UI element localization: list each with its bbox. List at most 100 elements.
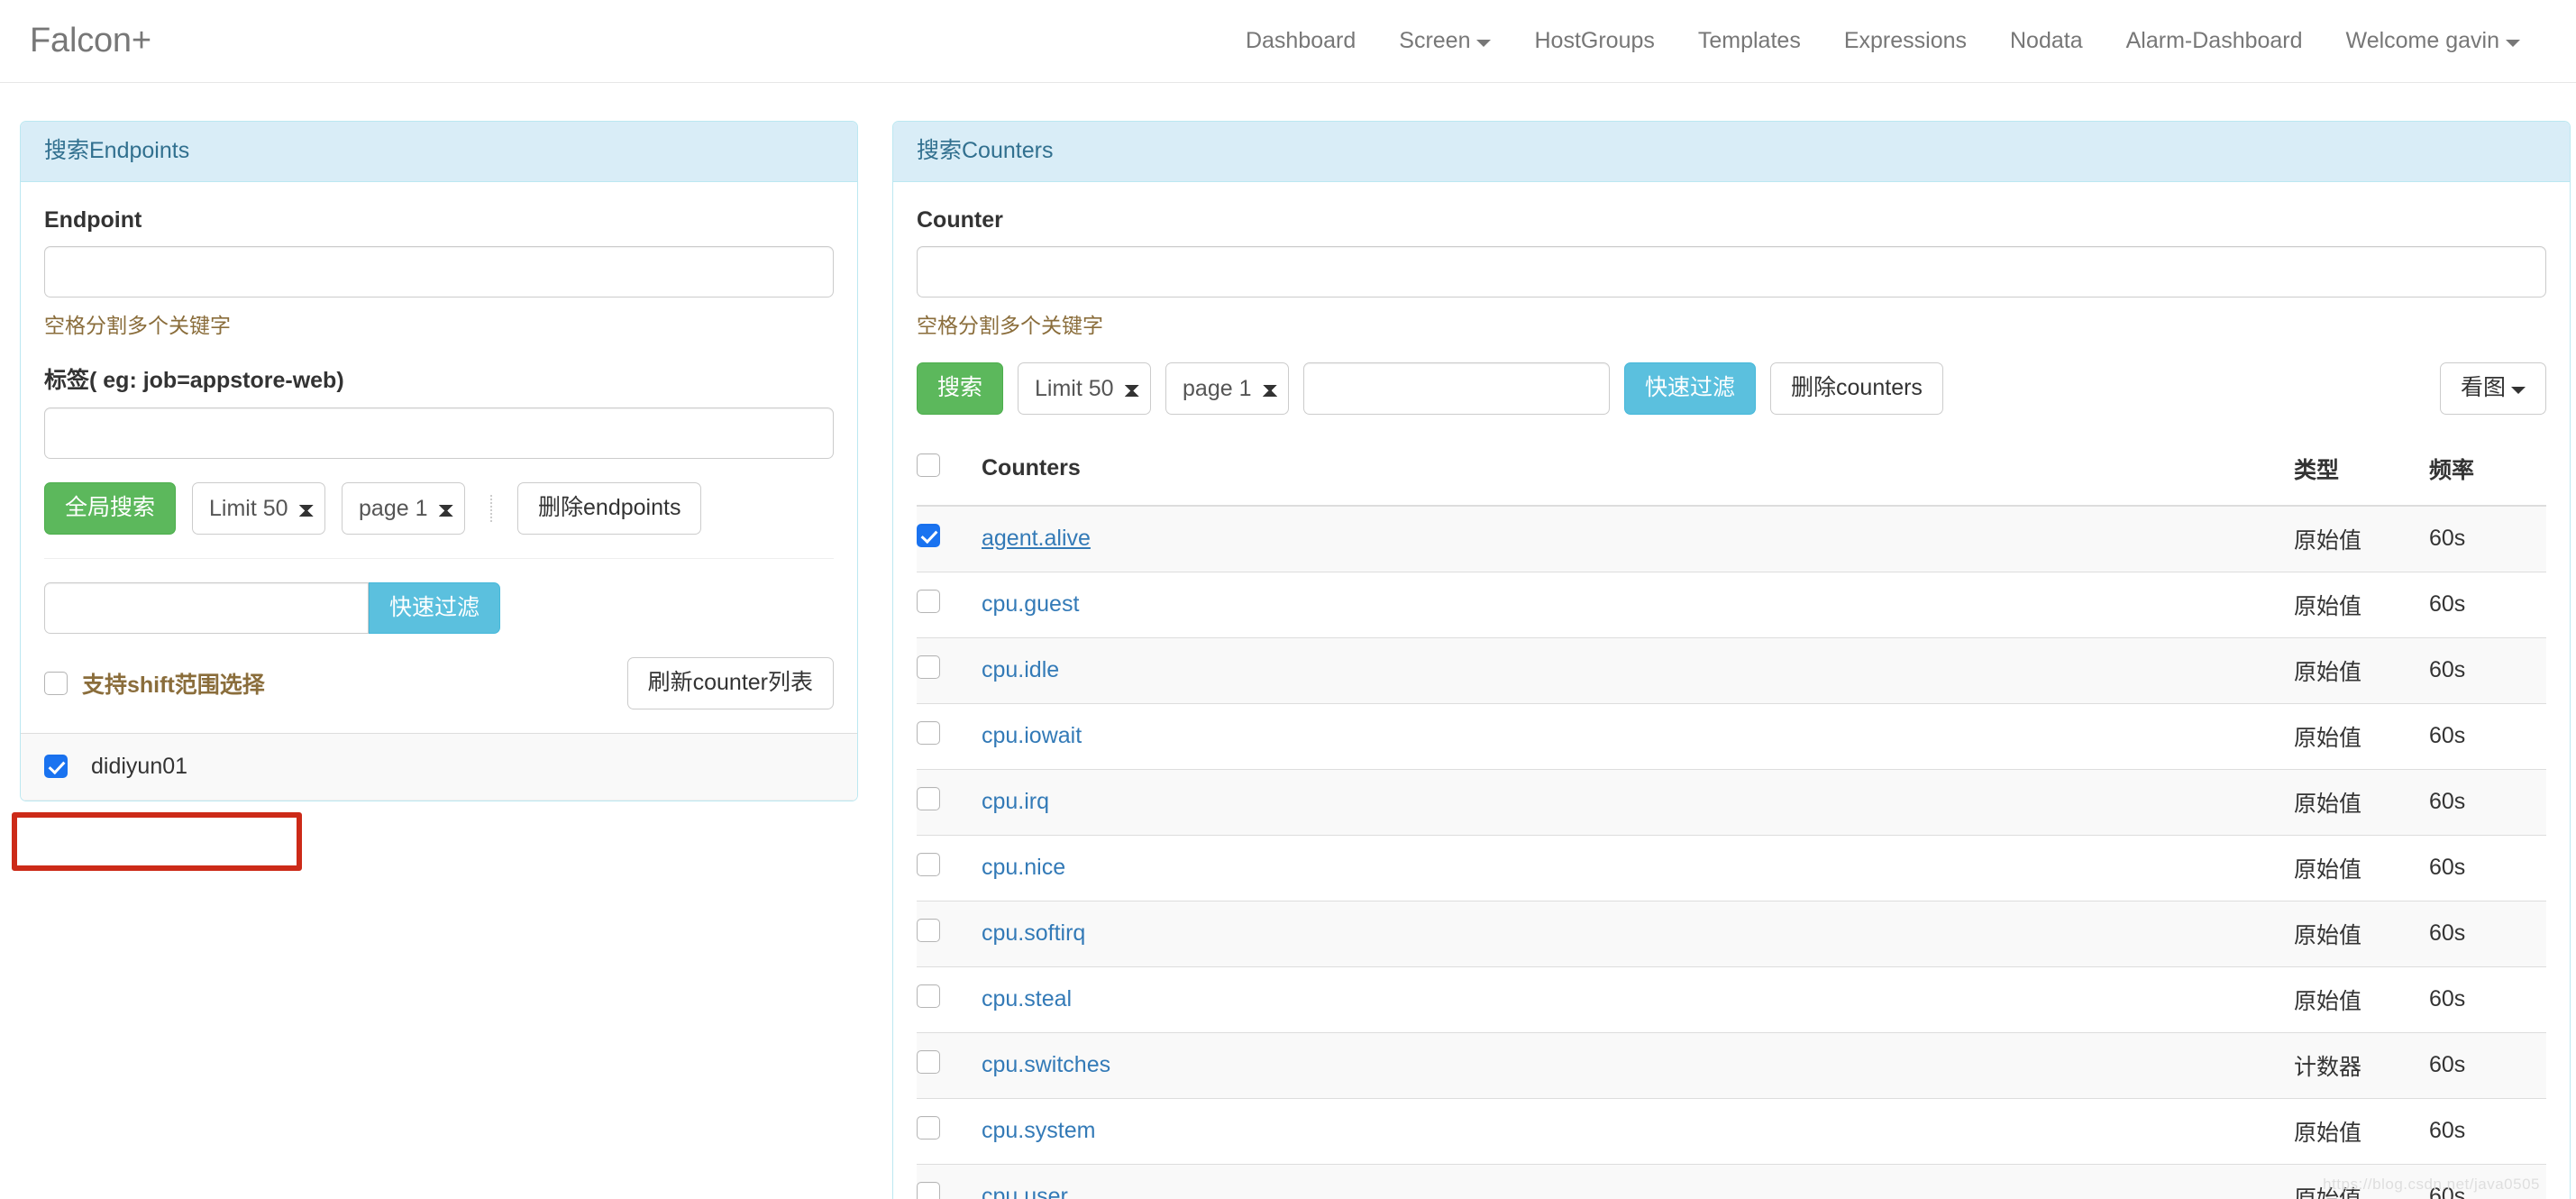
counter-link[interactable]: cpu.iowait <box>982 723 1082 748</box>
counter-freq-cell: 60s <box>2429 636 2546 703</box>
refresh-counter-list-button[interactable]: 刷新counter列表 <box>626 656 834 709</box>
endpoints-filter-row: 快速过滤 <box>44 581 834 634</box>
counter-row-checkbox[interactable] <box>917 1116 940 1140</box>
counters-table-wrap: Counters 类型 频率 agent.alive 原始值 60s cpu.gues… <box>893 437 2570 1199</box>
counter-link[interactable]: cpu.guest <box>982 591 1079 617</box>
counter-link[interactable]: cpu.nice <box>982 855 1065 880</box>
counters-search-button[interactable]: 搜索 <box>917 362 1004 415</box>
counter-link[interactable]: cpu.user <box>982 1184 1068 1199</box>
table-row[interactable]: cpu.system 原始值 60s <box>917 1097 2546 1164</box>
counters-type-header: 类型 <box>2294 437 2429 507</box>
nav-link-label: Welcome gavin <box>2345 28 2499 53</box>
counter-input[interactable] <box>917 245 2546 297</box>
row-checkbox-cell <box>917 900 982 966</box>
view-chart-button[interactable]: 看图 <box>2439 362 2546 415</box>
counters-panel-body: Counter 空格分割多个关键字 搜索 Limit 50 page 1 快速过… <box>893 182 2570 415</box>
shift-select-checkbox[interactable] <box>44 671 68 695</box>
nav-link-label: HostGroups <box>1534 28 1655 53</box>
shift-select-text: 支持shift范围选择 <box>82 672 265 698</box>
table-row[interactable]: cpu.guest 原始值 60s <box>917 571 2546 637</box>
counter-name-cell: cpu.idle <box>982 636 2294 703</box>
endpoints-panel-title: 搜索Endpoints <box>44 138 190 163</box>
counter-type-cell: 原始值 <box>2294 702 2429 769</box>
endpoints-limit-select[interactable]: Limit 50 <box>192 481 326 535</box>
nav-link-label: Alarm-Dashboard <box>2125 28 2303 53</box>
table-row[interactable]: agent.alive 原始值 60s <box>917 505 2546 572</box>
table-row[interactable]: cpu.iowait 原始值 60s <box>917 702 2546 769</box>
nav-link-nodata[interactable]: Nodata <box>1988 28 2105 54</box>
counter-freq-cell: 60s <box>2429 768 2546 835</box>
row-checkbox-cell <box>917 834 982 901</box>
nav-link-expressions[interactable]: Expressions <box>1822 28 1988 54</box>
counter-link[interactable]: agent.alive <box>982 526 1091 551</box>
counters-quick-filter-button[interactable]: 快速过滤 <box>1624 362 1757 415</box>
counter-row-checkbox[interactable] <box>917 590 940 613</box>
row-checkbox-cell <box>917 702 982 769</box>
counters-page-select[interactable]: page 1 <box>1165 362 1290 415</box>
watermark-text: https://blog.csdn.net/java0505 <box>2323 1176 2540 1193</box>
nav-link-hostgroups[interactable]: HostGroups <box>1512 28 1676 54</box>
table-row[interactable]: cpu.nice 原始值 60s <box>917 834 2546 901</box>
counter-type-cell: 计数器 <box>2294 1031 2429 1098</box>
counter-type-cell: 原始值 <box>2294 505 2429 572</box>
counter-link[interactable]: cpu.steal <box>982 986 1072 1011</box>
endpoint-label: Endpoint <box>44 206 142 233</box>
counter-freq-cell: 60s <box>2429 966 2546 1032</box>
brand-logo[interactable]: Falcon+ <box>27 22 151 60</box>
counter-link[interactable]: cpu.system <box>982 1118 1095 1143</box>
table-row[interactable]: cpu.switches 计数器 60s <box>917 1031 2546 1098</box>
counter-row-checkbox[interactable] <box>917 1050 940 1074</box>
endpoint-list-item[interactable]: didiyun01 <box>21 733 857 801</box>
tag-input[interactable] <box>44 407 834 459</box>
endpoints-page-select[interactable]: page 1 <box>342 481 466 535</box>
endpoints-panel: 搜索Endpoints Endpoint 空格分割多个关键字 标签( eg: j… <box>20 121 858 801</box>
endpoints-divider <box>44 557 834 559</box>
endpoints-quick-filter-button[interactable]: 快速过滤 <box>369 581 501 634</box>
counter-freq-cell: 60s <box>2429 571 2546 637</box>
nav-link-welcome-gavin[interactable]: Welcome gavin <box>2325 28 2542 54</box>
counter-row-checkbox[interactable] <box>917 1182 940 1199</box>
counter-link[interactable]: cpu.idle <box>982 657 1059 682</box>
counters-filter-input[interactable] <box>1303 362 1611 415</box>
table-row[interactable]: cpu.steal 原始值 60s <box>917 966 2546 1032</box>
nav-link-alarm-dashboard[interactable]: Alarm-Dashboard <box>2105 28 2325 54</box>
counter-freq-cell: 60s <box>2429 1097 2546 1164</box>
counters-panel-title: 搜索Counters <box>917 138 1054 163</box>
table-row[interactable]: cpu.idle 原始值 60s <box>917 636 2546 703</box>
counter-row-checkbox[interactable] <box>917 984 940 1008</box>
nav-link-dashboard[interactable]: Dashboard <box>1224 28 1377 54</box>
nav-link-screen[interactable]: Screen <box>1377 28 1512 54</box>
counter-row-checkbox[interactable] <box>917 524 940 547</box>
nav-link-label: Dashboard <box>1245 28 1357 53</box>
nav-link-templates[interactable]: Templates <box>1676 28 1822 54</box>
row-checkbox-cell <box>917 636 982 703</box>
counter-row-checkbox[interactable] <box>917 919 940 942</box>
counter-row-checkbox[interactable] <box>917 787 940 810</box>
counter-link[interactable]: cpu.switches <box>982 1052 1110 1077</box>
endpoint-input[interactable] <box>44 245 834 297</box>
endpoint-checkbox[interactable] <box>44 755 68 778</box>
counter-freq-cell: 60s <box>2429 505 2546 572</box>
counter-link[interactable]: cpu.irq <box>982 789 1049 814</box>
counter-row-checkbox[interactable] <box>917 721 940 745</box>
counter-row-checkbox[interactable] <box>917 655 940 679</box>
table-row[interactable]: cpu.softirq 原始值 60s <box>917 900 2546 966</box>
endpoints-filter-input[interactable] <box>44 581 369 634</box>
counters-limit-select[interactable]: Limit 50 <box>1018 362 1152 415</box>
shift-select-label[interactable]: 支持shift范围选择 <box>44 667 265 700</box>
table-row[interactable]: cpu.user 原始值 60s <box>917 1163 2546 1199</box>
counter-link[interactable]: cpu.softirq <box>982 920 1085 946</box>
counter-type-cell: 原始值 <box>2294 768 2429 835</box>
counter-type-cell: 原始值 <box>2294 571 2429 637</box>
global-search-button[interactable]: 全局搜索 <box>44 481 177 535</box>
counters-table-head: Counters 类型 频率 <box>917 437 2546 507</box>
row-checkbox-cell <box>917 505 982 572</box>
delete-counters-button[interactable]: 删除counters <box>1770 362 1943 415</box>
table-row[interactable]: cpu.irq 原始值 60s <box>917 768 2546 835</box>
select-all-checkbox[interactable] <box>917 453 940 477</box>
counters-name-header: Counters <box>982 437 2294 507</box>
delete-endpoints-button[interactable]: 删除endpoints <box>517 481 702 535</box>
nav-link-label: Expressions <box>1843 28 1967 53</box>
counter-row-checkbox[interactable] <box>917 853 940 876</box>
row-checkbox-cell <box>917 571 982 637</box>
